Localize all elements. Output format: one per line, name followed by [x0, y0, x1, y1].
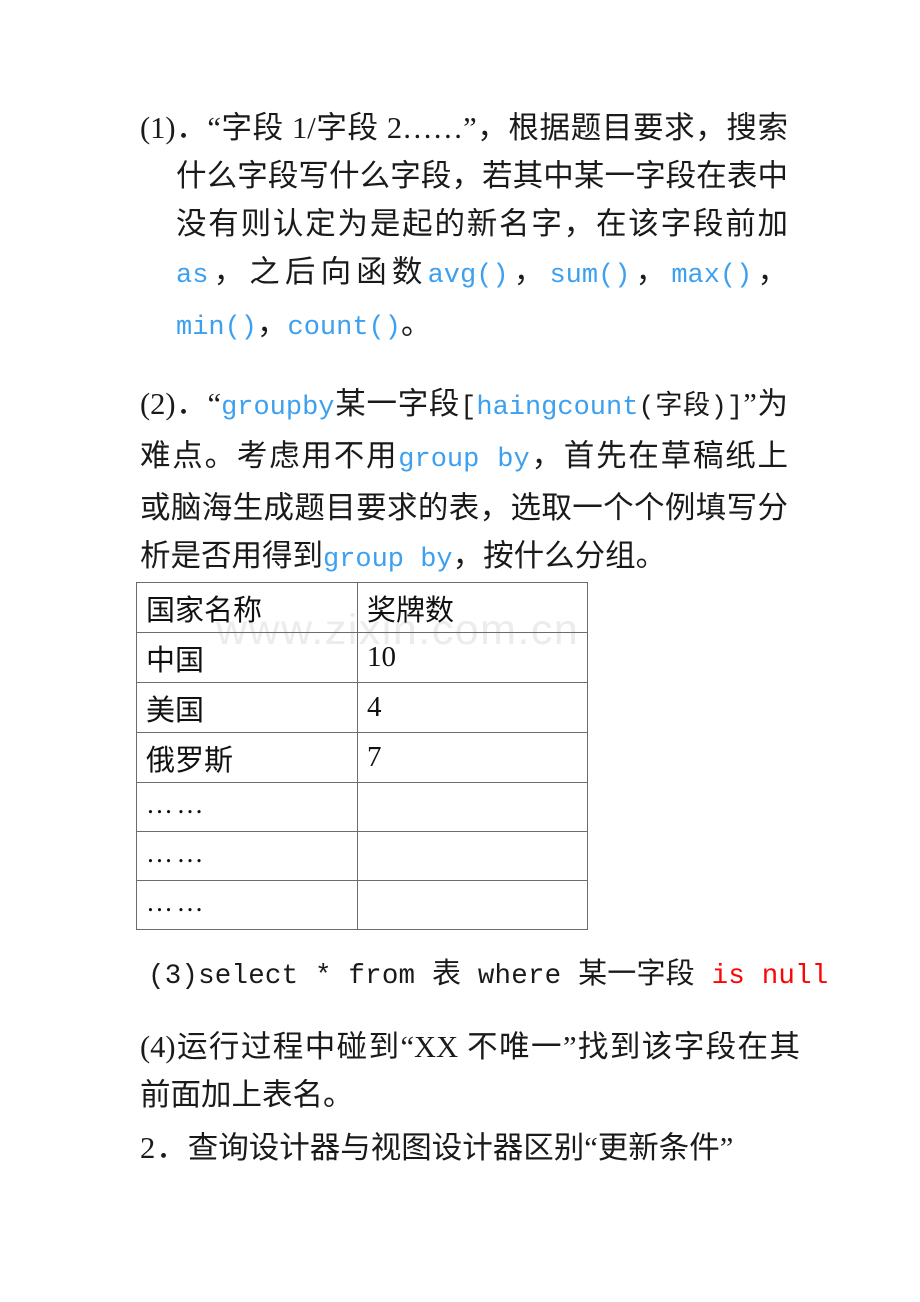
paragraph-1-comma-2: ，: [630, 255, 672, 289]
cell-medals-empty: [357, 880, 588, 930]
section-2-title: 查询设计器与视图设计器区别“更新条件”: [187, 1131, 734, 1165]
cell-country: 美国: [136, 682, 358, 733]
section-2-number: 2．: [140, 1131, 188, 1165]
paragraph-2-text-e: ，按什么分组。: [452, 539, 667, 573]
paragraph-4-text: 运行过程中碰到“XX 不唯一”找到该字段在其前面加上表名。: [140, 1030, 800, 1112]
paragraph-2-text-b: (字段): [638, 393, 728, 423]
keyword-count: count(): [287, 313, 401, 343]
ellipsis-text: ……: [146, 788, 207, 819]
section-2-heading: 2．查询设计器与视图设计器区别“更新条件”: [140, 1124, 820, 1172]
keyword-min: min(): [176, 313, 258, 343]
paragraph-2-text-a: 某一字段: [334, 387, 461, 421]
keyword-group-by-1: group by: [398, 445, 530, 475]
paragraph-2-quote-open: “: [207, 387, 222, 421]
table-row: 美国 4: [136, 682, 588, 733]
medal-table: 国家名称 奖牌数 中国 10 美国 4 俄罗斯 7 …… …… ……: [136, 582, 588, 930]
cell-country-ellipsis: ……: [136, 782, 358, 832]
paragraph-2-marker: (2)．: [140, 387, 208, 421]
cell-medals: 4: [357, 682, 588, 733]
sql-field-token: 某一字段: [578, 958, 695, 990]
cell-medals-empty: [357, 782, 588, 832]
keyword-as: as: [176, 261, 209, 291]
table-row: ……: [136, 782, 588, 832]
paragraph-2-quote-close: ”: [743, 387, 757, 421]
document-body-lower: (3)select * from 表 where 某一字段 is null (4…: [140, 952, 828, 1119]
table-row: 中国 10: [136, 632, 588, 683]
ellipsis-text: ……: [146, 886, 207, 917]
keyword-max: max(): [671, 261, 753, 291]
document-body: (1)．“字段 1/字段 2……”，根据题目要求，搜索什么字段写什么字段，若其中…: [140, 104, 788, 606]
keyword-avg: avg(): [427, 261, 509, 291]
bracket-open: [: [460, 393, 477, 423]
paragraph-2: (2)．“groupby某一字段[haingcount(字段)]”为难点。考虑用…: [140, 380, 788, 584]
paragraph-1-comma-1: ，: [508, 255, 550, 289]
keyword-group-by-2: group by: [323, 545, 453, 575]
keyword-groupby: groupby: [221, 393, 335, 423]
paragraph-1-marker: (1)．: [140, 111, 208, 145]
paragraph-1-text-a: “字段 1/字段 2……”，根据题目要求，搜索什么字段写什么字段，若其中某一字段…: [176, 111, 788, 241]
cell-medals: 7: [357, 732, 588, 783]
ellipsis-text: ……: [146, 837, 207, 868]
keyword-is-null: is null: [694, 961, 829, 992]
cell-country-ellipsis: ……: [136, 880, 358, 930]
table-row: 俄罗斯 7: [136, 732, 588, 783]
paragraph-1: (1)．“字段 1/字段 2……”，根据题目要求，搜索什么字段写什么字段，若其中…: [140, 104, 788, 352]
paragraph-1-period: 。: [400, 307, 432, 341]
keyword-haingcount: haingcount: [476, 393, 639, 423]
paragraph-4-marker: (4): [140, 1030, 176, 1064]
medal-table-container: 国家名称 奖牌数 中国 10 美国 4 俄罗斯 7 …… …… ……: [136, 582, 588, 930]
cell-medals: 10: [357, 632, 588, 683]
sql-table-token: 表: [431, 958, 462, 990]
paragraph-1-comma-4: ，: [257, 307, 288, 341]
sql-where-clause: where: [461, 961, 579, 992]
table-row: ……: [136, 880, 588, 930]
paragraph-3: (3)select * from 表 where 某一字段 is null: [148, 952, 828, 999]
sql-select-clause: select * from: [198, 961, 432, 992]
bracket-close: ]: [727, 393, 744, 423]
cell-country: 俄罗斯: [136, 732, 358, 783]
table-row: ……: [136, 831, 588, 881]
cell-medals-empty: [357, 831, 588, 881]
cell-country-ellipsis: ……: [136, 831, 358, 881]
keyword-sum: sum(): [549, 261, 631, 291]
document-page: www.zixin.com.cn (1)．“字段 1/字段 2……”，根据题目要…: [0, 0, 920, 1302]
paragraph-3-marker: (3): [148, 961, 199, 992]
paragraph-4: (4)运行过程中碰到“XX 不唯一”找到该字段在其前面加上表名。: [140, 1023, 800, 1119]
paragraph-1-text-b: ，之后向函数: [208, 255, 428, 289]
cell-country: 中国: [136, 632, 358, 683]
paragraph-1-comma-3: ，: [752, 255, 789, 289]
